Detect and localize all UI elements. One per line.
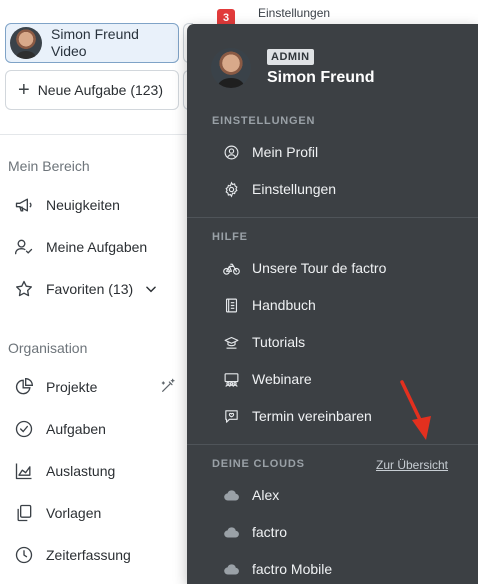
avatar: [10, 27, 42, 59]
sidebar-item-label: Vorlagen: [46, 505, 102, 521]
cloud-item-label: factro: [252, 524, 288, 540]
sidebar-item-meine-aufgaben[interactable]: Meine Aufgaben: [14, 235, 147, 259]
menu-item-einstellungen[interactable]: Einstellungen: [223, 178, 336, 200]
annotation-arrow-icon: [400, 380, 431, 440]
new-task-label: Neue Aufgabe (123): [37, 82, 164, 98]
menu-item-label: Termin vereinbaren: [252, 408, 372, 424]
sidebar: Simon Freund Video + Neue Aufgabe (123) …: [0, 0, 187, 584]
book-icon: [225, 298, 238, 312]
sidebar-item-label: Favoriten (13): [46, 281, 134, 297]
section-title-mein-bereich: Mein Bereich: [8, 158, 90, 174]
sidebar-item-label: Meine Aufgaben: [46, 239, 148, 255]
menu-item-termin[interactable]: Termin vereinbaren: [223, 405, 372, 427]
cloud-item-factro-mobile[interactable]: factro Mobile: [223, 558, 332, 580]
magic-wand-icon[interactable]: [160, 378, 176, 394]
area-chart-icon: [15, 463, 32, 480]
menu-item-mein-profil[interactable]: Mein Profil: [223, 141, 318, 163]
sidebar-item-label: Auslastung: [46, 463, 116, 479]
menu-item-label: Tutorials: [252, 334, 306, 350]
user-card-name: Simon Freund Video: [51, 26, 139, 59]
cloud-icon: [224, 526, 239, 537]
sidebar-item-label: Projekte: [46, 379, 98, 395]
webinar-icon: [224, 372, 239, 387]
user-card[interactable]: Simon Freund Video: [5, 23, 179, 63]
section-title-hilfe: HILFE: [212, 231, 248, 243]
section-title-einstellungen: EINSTELLUNGEN: [212, 115, 316, 127]
menu-item-label: Unsere Tour de factro: [252, 260, 387, 276]
bicycle-icon: [223, 263, 240, 275]
megaphone-icon: [15, 198, 32, 212]
menu-item-label: Einstellungen: [252, 181, 337, 197]
sidebar-item-favoriten[interactable]: Favoriten (13): [14, 277, 161, 301]
sidebar-item-label: Zeiterfassung: [46, 547, 131, 563]
menu-item-label: Mein Profil: [252, 144, 319, 160]
menu-item-label: Handbuch: [252, 297, 316, 313]
cloud-icon: [224, 563, 239, 574]
star-icon: [16, 280, 32, 297]
user-circle-icon: [224, 145, 239, 159]
plus-icon: +: [18, 79, 30, 101]
new-task-button[interactable]: + Neue Aufgabe (123): [5, 70, 179, 110]
section-title-clouds: DEINE CLOUDS: [212, 458, 305, 470]
menu-item-webinare[interactable]: Webinare: [223, 368, 312, 390]
sidebar-item-projekte[interactable]: Projekte: [14, 375, 97, 399]
top-strip-label: Einstellungen: [258, 6, 331, 20]
sidebar-item-auslastung[interactable]: Auslastung: [14, 459, 115, 483]
chat-calendar-icon: [225, 409, 238, 423]
cloud-item-label: factro Mobile: [252, 561, 333, 577]
menu-item-tutorials[interactable]: Tutorials: [223, 331, 305, 353]
menu-item-handbuch[interactable]: Handbuch: [223, 294, 316, 316]
menu-item-label: Webinare: [252, 371, 312, 387]
sidebar-item-label: Neuigkeiten: [46, 197, 120, 213]
clock-icon: [15, 546, 33, 564]
sidebar-item-zeiterfassung[interactable]: Zeiterfassung: [14, 543, 131, 567]
pie-chart-icon: [15, 377, 34, 395]
avatar: [211, 48, 251, 88]
cloud-item-alex[interactable]: Alex: [223, 484, 279, 506]
sidebar-item-label: Aufgaben: [46, 421, 106, 437]
copy-icon: [17, 504, 32, 522]
check-circle-icon: [15, 420, 33, 438]
chevron-down-icon[interactable]: [141, 282, 161, 296]
role-badge: ADMIN: [267, 49, 314, 65]
user-check-icon: [15, 239, 33, 255]
cloud-item-label: Alex: [252, 487, 280, 503]
user-menu-dropdown: ADMIN Simon Freund EINSTELLUNGEN Mein Pr…: [187, 24, 478, 584]
gear-icon: [225, 181, 238, 197]
sidebar-item-vorlagen[interactable]: Vorlagen: [14, 501, 101, 525]
menu-header: ADMIN Simon Freund: [211, 48, 375, 88]
overview-link[interactable]: Zur Übersicht: [376, 458, 448, 472]
cloud-icon: [224, 489, 239, 500]
menu-item-tour[interactable]: Unsere Tour de factro: [223, 257, 386, 279]
sidebar-item-aufgaben[interactable]: Aufgaben: [14, 417, 106, 441]
menu-divider: [187, 444, 478, 445]
sidebar-divider: [0, 134, 187, 135]
menu-divider: [187, 217, 478, 218]
menu-user-name: Simon Freund: [267, 69, 375, 86]
section-title-organisation: Organisation: [8, 340, 88, 356]
cloud-item-factro[interactable]: factro: [223, 521, 287, 543]
graduation-icon: [224, 336, 239, 349]
sidebar-item-neuigkeiten[interactable]: Neuigkeiten: [14, 193, 120, 217]
